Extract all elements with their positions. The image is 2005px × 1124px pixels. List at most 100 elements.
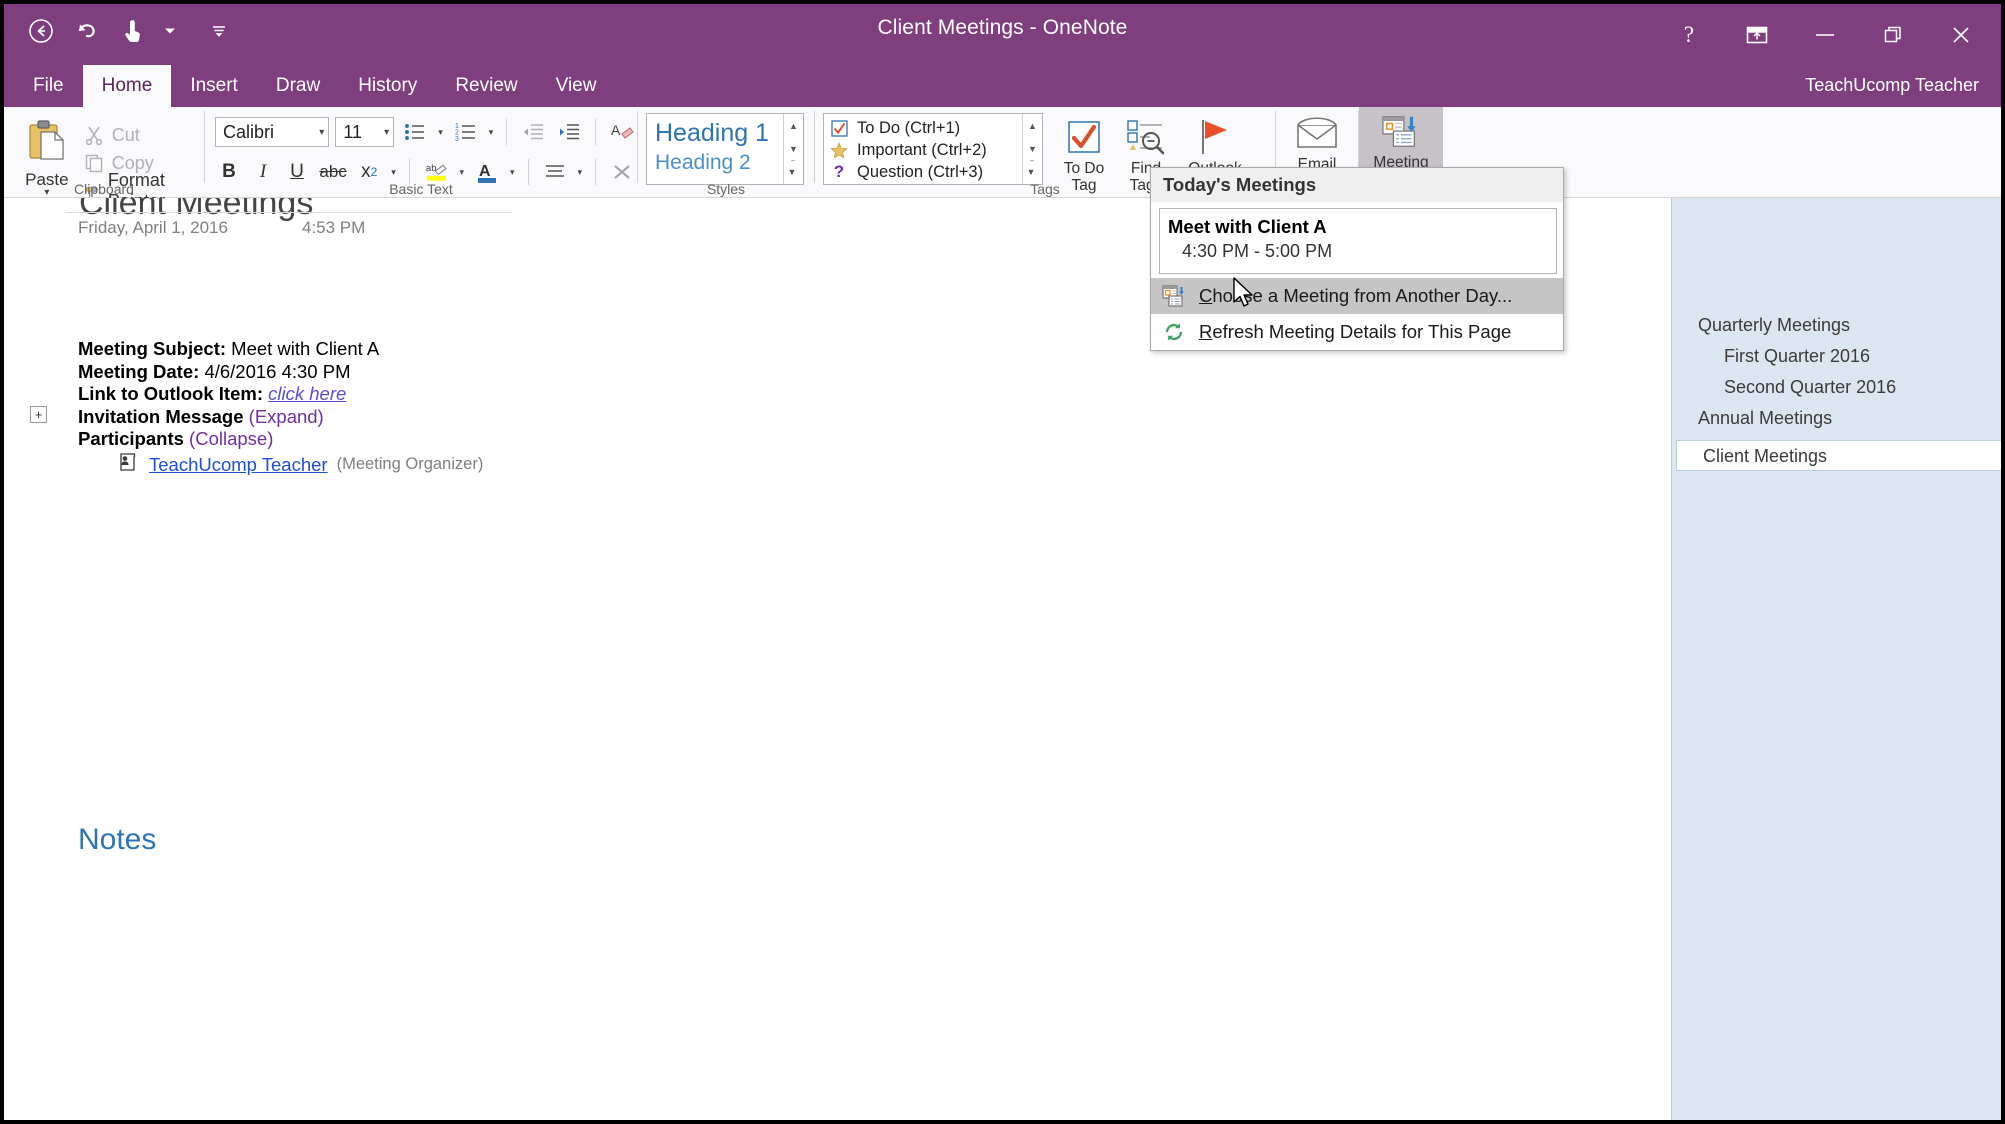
scroll-up-icon[interactable]: ▲	[1023, 114, 1042, 137]
meeting-card-title: Meet with Client A	[1168, 216, 1327, 237]
invitation-expand-link[interactable]: (Expand)	[249, 406, 324, 427]
tab-insert[interactable]: Insert	[171, 65, 257, 107]
page-item-client-meetings[interactable]: Client Meetings	[1676, 440, 2001, 471]
calendar-pick-icon	[1161, 285, 1187, 307]
participant-row: TeachUcomp Teacher (Meeting Organizer)	[118, 453, 483, 477]
notes-heading[interactable]: Notes	[78, 823, 156, 857]
page-list-panel[interactable]: Quarterly Meetings First Quarter 2016 Se…	[1671, 198, 2001, 1120]
tab-file[interactable]: File	[14, 65, 83, 107]
todays-meeting-card[interactable]: Meet with Client A 4:30 PM - 5:00 PM	[1159, 208, 1557, 274]
meeting-date-line: Meeting Date: 4/6/2016 4:30 PM	[78, 361, 483, 384]
chevron-down-icon[interactable]: ▾	[376, 127, 389, 138]
page-item-first-quarter-2016[interactable]: First Quarter 2016	[1672, 341, 2001, 372]
ribbon-tab-strip: File Home Insert Draw History Review Vie…	[4, 65, 2001, 107]
dropdown-header: Today's Meetings	[1151, 168, 1563, 202]
font-color-dropdown-icon[interactable]: ▾	[508, 167, 517, 178]
tab-history[interactable]: History	[339, 65, 436, 107]
tag-item-todo[interactable]: To Do (Ctrl+1)	[830, 117, 1022, 139]
question-icon: ?	[833, 162, 845, 181]
restore-icon[interactable]	[1859, 6, 1927, 64]
styles-gallery[interactable]: Heading 1 Heading 2 ▲ ▼ ▼ ‾	[646, 113, 804, 185]
invitation-expand-toggle[interactable]: +	[30, 406, 47, 423]
outlook-link-label: Link to Outlook Item:	[78, 383, 263, 405]
meeting-details-dropdown: Today's Meetings Meet with Client A 4:30…	[1150, 167, 1564, 351]
style-heading-2[interactable]: Heading 2	[655, 149, 783, 177]
tag-item-important[interactable]: Important (Ctrl+2)	[830, 139, 1022, 161]
meeting-date-label: Meeting Date:	[78, 360, 200, 382]
account-name[interactable]: TeachUcomp Teacher	[1805, 75, 1979, 96]
tab-draw[interactable]: Draw	[257, 65, 339, 107]
meeting-subject-label: Meeting Subject:	[78, 338, 227, 359]
menu-item-refresh-meeting-details[interactable]: Refresh Meeting Details for This Page	[1151, 314, 1563, 350]
outlook-link-line: Link to Outlook Item: click here	[78, 383, 483, 406]
page-time[interactable]: 4:53 PM	[302, 218, 365, 238]
page-item-second-quarter-2016[interactable]: Second Quarter 2016	[1672, 372, 2001, 403]
contact-card-icon	[118, 452, 140, 477]
refresh-icon	[1161, 321, 1187, 343]
page-item-annual-meetings[interactable]: Annual Meetings	[1672, 403, 2001, 434]
align-dropdown-icon[interactable]: ▾	[576, 167, 585, 178]
tab-review[interactable]: Review	[436, 65, 536, 107]
onenote-window: Client Meetings - OneNote ? File Home In…	[0, 0, 2005, 1124]
scroll-up-icon[interactable]: ▲	[784, 114, 803, 137]
participants-line: Participants (Collapse)	[78, 428, 483, 451]
increase-indent-icon[interactable]	[554, 117, 584, 147]
title-bar: Client Meetings - OneNote ?	[4, 4, 2001, 65]
group-label-styles: Styles	[706, 181, 746, 197]
invitation-message-label: Invitation Message	[78, 405, 244, 427]
close-icon[interactable]	[1927, 6, 1995, 64]
meeting-details-block[interactable]: + Meeting Subject: Meet with Client A Me…	[30, 338, 483, 477]
group-label-clipboard: Clipboard	[74, 181, 134, 197]
minimize-icon[interactable]	[1791, 6, 1859, 64]
star-icon	[830, 141, 848, 159]
chevron-down-icon[interactable]: ▾	[311, 127, 324, 138]
font-name-combo[interactable]: Calibri ▾	[215, 117, 330, 147]
numbering-dropdown-icon[interactable]: ▾	[487, 127, 496, 138]
tag-item-question[interactable]: ? Question (Ctrl+3)	[830, 161, 1022, 183]
outlook-link[interactable]: click here	[268, 383, 346, 404]
styles-scrollbar[interactable]: ▲ ▼ ▼ ‾	[783, 114, 803, 184]
ribbon: Paste ▾ Cut Copy Format Painter Clipboar…	[4, 107, 2001, 211]
title-rule	[66, 212, 512, 213]
page-item-quarterly-meetings[interactable]: Quarterly Meetings	[1672, 310, 2001, 341]
participants-collapse-link[interactable]: (Collapse)	[189, 428, 273, 449]
page-date[interactable]: Friday, April 1, 2016	[78, 218, 228, 238]
scroll-down-icon[interactable]: ▼	[784, 137, 803, 160]
svg-text:A: A	[479, 163, 491, 180]
numbering-icon[interactable]: 123	[451, 117, 481, 147]
bullets-icon[interactable]	[400, 117, 430, 147]
bullets-dropdown-icon[interactable]: ▾	[436, 127, 445, 138]
svg-text:3: 3	[455, 136, 459, 142]
highlight-dropdown-icon[interactable]: ▾	[458, 167, 467, 178]
font-size-value: 11	[343, 121, 362, 142]
tags-gallery[interactable]: To Do (Ctrl+1) Important (Ctrl+2) ? Ques…	[823, 113, 1043, 185]
scroll-down-icon[interactable]: ▼	[1023, 137, 1042, 160]
tags-scrollbar[interactable]: ▲ ▼ ▼ ‾	[1022, 114, 1042, 184]
font-name-value: Calibri	[223, 121, 275, 142]
ribbon-display-options-icon[interactable]	[1723, 6, 1791, 64]
subscript-dropdown-icon[interactable]: ▾	[389, 167, 398, 178]
ribbon-group-clipboard: Paste ▾ Cut Copy Format Painter Clipboar…	[4, 107, 204, 211]
subscript-label: x	[361, 161, 371, 182]
participant-name[interactable]: TeachUcomp Teacher	[149, 454, 328, 476]
meeting-date-value: 4/6/2016 4:30 PM	[204, 360, 351, 382]
participants-label: Participants	[78, 428, 184, 450]
style-heading-1[interactable]: Heading 1	[655, 118, 783, 149]
svg-text:ab: ab	[426, 163, 437, 174]
tab-home[interactable]: Home	[82, 65, 172, 107]
participant-role: (Meeting Organizer)	[336, 455, 484, 474]
tab-view[interactable]: View	[537, 65, 616, 107]
font-size-combo[interactable]: 11 ▾	[335, 117, 395, 147]
todo-tag-label-1: To Do	[1063, 160, 1105, 177]
invitation-message-line: Invitation Message (Expand)	[78, 406, 483, 429]
menu-label-refresh-meeting-rest: efresh Meeting Details for This Page	[1212, 321, 1512, 342]
group-label-basic-text: Basic Text	[389, 181, 453, 197]
decrease-indent-icon[interactable]	[518, 117, 548, 147]
ribbon-group-basic-text: Calibri ▾ 11 ▾ ▾ 123 ▾ A B I U abc x 2 ▾…	[205, 107, 637, 198]
meeting-subject-line: Meeting Subject: Meet with Client A	[78, 338, 483, 361]
menu-item-choose-meeting-another-day[interactable]: Choose a Meeting from Another Day...	[1151, 278, 1563, 314]
tag-label-important: Important (Ctrl+2)	[857, 140, 987, 159]
clear-formatting-icon[interactable]: A	[607, 117, 637, 147]
help-icon[interactable]: ?	[1655, 6, 1723, 64]
cut-button[interactable]: Cut	[80, 121, 204, 149]
